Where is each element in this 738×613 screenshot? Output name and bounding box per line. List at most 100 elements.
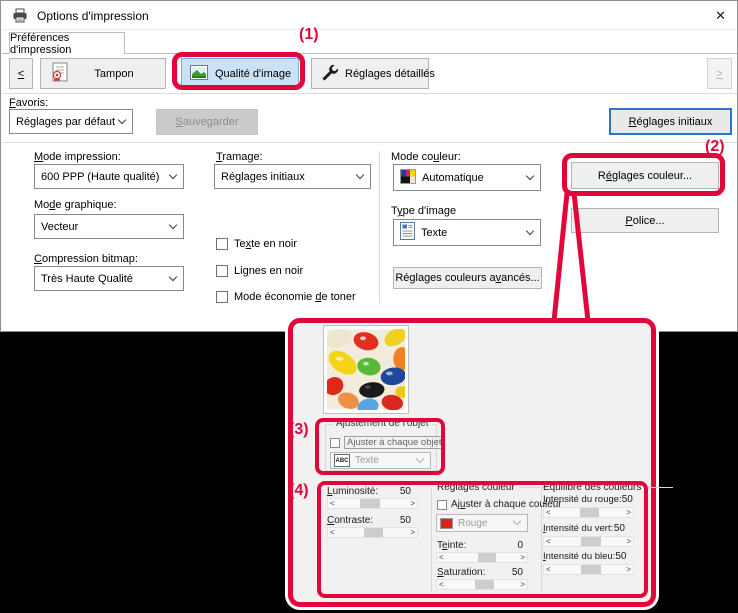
checkbox-box[interactable] <box>216 265 228 277</box>
slider-left-arrow[interactable]: < <box>546 565 551 574</box>
graphic-mode-dropdown[interactable]: Vecteur <box>34 214 184 239</box>
blue-intensity-label: Intensité du bleu: <box>543 551 615 562</box>
contrast-row: Contraste: 50 <box>327 515 411 526</box>
slider-thumb[interactable] <box>360 499 380 508</box>
close-icon[interactable]: ✕ <box>715 8 726 24</box>
slider-left-arrow[interactable]: < <box>546 508 551 517</box>
favorites-value: Réglages par défaut <box>16 116 115 128</box>
preview-image-frame <box>323 325 409 414</box>
object-type-dropdown[interactable]: ABC Texte <box>330 452 431 469</box>
bitmap-compression-dropdown[interactable]: Très Haute Qualité <box>34 266 184 291</box>
slider-left-arrow[interactable]: < <box>330 499 335 508</box>
slider-thumb[interactable] <box>475 580 494 589</box>
save-button[interactable]: Sauvegarder <box>156 109 258 135</box>
cmyk-color-icon <box>400 169 416 187</box>
red-intensity-slider[interactable]: < > <box>543 507 634 518</box>
favorites-dropdown[interactable]: Réglages par défaut <box>9 109 133 134</box>
callout-label-4: (4) <box>289 482 309 500</box>
prev-page-button[interactable]: < <box>9 58 33 89</box>
brightness-row: Luminosité: 50 <box>327 486 411 497</box>
red-intensity-row: Intensité du rouge: 50 <box>543 494 625 505</box>
slider-right-arrow[interactable]: > <box>626 565 631 574</box>
tab-tampon[interactable]: Tampon <box>40 58 166 89</box>
color-balance-group-label: Equilibre des couleurs <box>543 482 673 493</box>
color-mode-dropdown[interactable]: Automatique <box>393 164 541 191</box>
chevron-down-icon <box>118 115 126 123</box>
font-button[interactable]: Police... <box>571 208 719 233</box>
callout-label-1: (1) <box>299 26 319 44</box>
slider-right-arrow[interactable]: > <box>520 553 525 562</box>
image-quality-icon <box>190 65 208 83</box>
slider-right-arrow[interactable]: > <box>410 528 415 537</box>
blue-intensity-slider[interactable]: < > <box>543 564 634 575</box>
tab-qualite-image[interactable]: Qualité d'image <box>181 58 299 89</box>
prev-arrow-label: < <box>18 68 24 80</box>
lines-in-black-checkbox[interactable]: Lignes en noir <box>216 265 303 277</box>
checkbox-box[interactable] <box>330 438 340 448</box>
color-swatch <box>440 518 453 529</box>
checkbox-box[interactable] <box>216 238 228 250</box>
green-intensity-label: Intensité du vert: <box>543 523 613 534</box>
print-options-dialog: Options d'impression ✕ Préférences d'imp… <box>0 0 738 332</box>
hue-label: Teinte: <box>437 540 466 551</box>
slider-right-arrow[interactable]: > <box>520 580 525 589</box>
slider-thumb[interactable] <box>478 553 497 562</box>
slider-right-arrow[interactable]: > <box>626 537 631 546</box>
text-in-black-checkbox[interactable]: Texte en noir <box>216 238 297 250</box>
chevron-down-icon <box>169 170 177 178</box>
checkbox-box[interactable] <box>437 500 447 510</box>
jelly-beans-preview <box>327 397 405 414</box>
tab-qualite-image-label: Qualité d'image <box>215 68 291 80</box>
hue-slider[interactable]: < > <box>436 552 528 563</box>
saturation-value: 50 <box>512 567 523 578</box>
color-channel-dropdown[interactable]: Rouge <box>436 514 528 532</box>
brightness-slider[interactable]: < > <box>327 498 418 509</box>
lines-in-black-label: Lignes en noir <box>234 265 303 277</box>
blue-intensity-value: 50 <box>615 551 626 562</box>
saturation-slider[interactable]: < > <box>436 579 528 590</box>
green-intensity-slider[interactable]: < > <box>543 536 634 547</box>
brightness-value: 50 <box>400 486 411 497</box>
slider-left-arrow[interactable]: < <box>546 537 551 546</box>
slider-left-arrow[interactable]: < <box>439 553 444 562</box>
slider-thumb[interactable] <box>580 508 600 517</box>
print-mode-dropdown[interactable]: 600 PPP (Haute qualité) <box>34 164 184 189</box>
slider-thumb[interactable] <box>364 528 384 537</box>
color-settings-button[interactable]: Réglages couleur... <box>571 162 719 189</box>
color-mode-value: Automatique <box>422 172 484 184</box>
printer-icon <box>12 8 28 23</box>
advanced-color-settings-label: Réglages couleurs avancés... <box>395 272 539 284</box>
slider-right-arrow[interactable]: > <box>626 508 631 517</box>
contrast-label: Contraste: <box>327 515 373 526</box>
window-title: Options d'impression <box>37 9 149 23</box>
chevron-down-icon <box>526 226 534 234</box>
adjust-each-object-checkbox[interactable]: Ajuster à chaque objet <box>330 436 445 449</box>
screening-label: Tramage: <box>216 151 263 163</box>
tab-reglages-detailles-label: Réglages détaillés <box>345 68 435 80</box>
slider-left-arrow[interactable]: < <box>330 528 335 537</box>
toner-save-checkbox[interactable]: Mode économie de toner <box>216 291 356 303</box>
tab-preferences-impression[interactable]: Préférences d'impression <box>9 32 125 54</box>
advanced-color-settings-button[interactable]: Réglages couleurs avancés... <box>393 267 542 289</box>
slider-right-arrow[interactable]: > <box>410 499 415 508</box>
slider-thumb[interactable] <box>581 565 601 574</box>
slider-thumb[interactable] <box>581 537 601 546</box>
chevron-down-icon <box>526 171 534 179</box>
separator <box>2 93 737 94</box>
screening-dropdown[interactable]: Réglages initiaux <box>214 164 371 189</box>
chevron-down-icon <box>356 170 364 178</box>
next-page-button[interactable]: > <box>707 58 732 89</box>
restore-defaults-button[interactable]: Réglages initiaux <box>609 108 732 135</box>
object-adjustment-group-label: Ajustement de l'objet <box>333 418 432 429</box>
image-type-dropdown[interactable]: Texte <box>393 219 541 246</box>
checkbox-box[interactable] <box>216 291 228 303</box>
contrast-slider[interactable]: < > <box>327 527 418 538</box>
slider-left-arrow[interactable]: < <box>439 580 444 589</box>
color-channel-value: Rouge <box>458 518 487 529</box>
hue-row: Teinte: 0 <box>437 540 523 551</box>
tab-reglages-detailles[interactable]: Réglages détaillés <box>311 58 429 89</box>
red-intensity-value: 50 <box>622 494 633 505</box>
color-mode-label: Mode couleur: <box>391 151 461 163</box>
contrast-value: 50 <box>400 515 411 526</box>
wrench-icon <box>321 64 338 84</box>
